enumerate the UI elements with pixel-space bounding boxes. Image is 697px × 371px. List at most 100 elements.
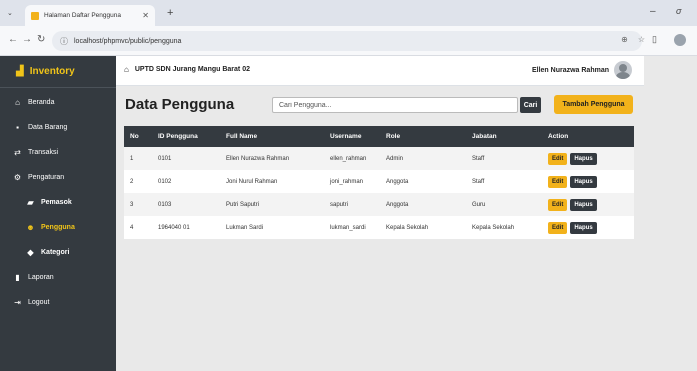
cell-no: 3 <box>130 201 134 208</box>
logout-icon: ⇥ <box>14 297 21 307</box>
edit-button[interactable]: Edit <box>548 198 568 211</box>
cell-role: Kepala Sekolah <box>386 224 429 231</box>
school-icon: ⌂ <box>124 65 129 74</box>
cell-full-name: Putri Saputri <box>226 201 260 208</box>
sidebar-item-label: Pemasok <box>41 198 72 206</box>
cell-username: lukman_sardi <box>330 224 366 231</box>
cell-action: Edit Hapus <box>542 216 634 239</box>
sidebar-item-label: Pengguna <box>41 223 75 231</box>
cell-no: 2 <box>130 178 134 185</box>
tab-close-icon[interactable]: ✕ <box>142 11 149 20</box>
table-row: 2 0102 Joni Nurul Rahman joni_rahman Ang… <box>124 170 634 193</box>
user-menu[interactable]: Ellen Nurazwa Rahman <box>532 61 632 79</box>
sidebar-item-label: Beranda <box>28 98 55 106</box>
bookmark-star-icon[interactable]: ☆ <box>638 35 645 44</box>
column-header: Action <box>548 133 569 140</box>
cell-no: 4 <box>130 224 134 231</box>
tab-title: Halaman Daftar Pengguna <box>44 12 121 19</box>
edit-button[interactable]: Edit <box>548 152 568 165</box>
main-content: Data Pengguna Cari Tambah Pengguna No ID… <box>116 86 644 371</box>
reload-icon[interactable]: ↻ <box>37 34 45 45</box>
search-input[interactable] <box>272 97 518 113</box>
edit-button[interactable]: Edit <box>548 175 568 188</box>
browser-tab[interactable]: Halaman Daftar Pengguna ✕ <box>25 5 155 26</box>
sidebar-item-pemasok[interactable]: ▰ Pemasok <box>0 192 116 212</box>
column-header: ID Pengguna <box>158 133 198 140</box>
cell-id: 0103 <box>158 201 172 208</box>
back-icon[interactable]: ← <box>8 34 18 45</box>
sidebar-item-data-barang[interactable]: ▪ Data Barang <box>0 117 116 137</box>
sidebar-item-kategori[interactable]: ◆ Kategori <box>0 242 116 262</box>
cell-role: Admin <box>386 155 404 162</box>
delete-button[interactable]: Hapus <box>570 175 597 188</box>
brand[interactable]: ▟ Inventory <box>0 56 116 88</box>
sidebar-item-beranda[interactable]: ⌂ Beranda <box>0 92 116 112</box>
school-label: UPTD SDN Jurang Mangu Barat 02 <box>134 66 250 73</box>
cell-no: 1 <box>130 155 134 162</box>
file-icon: ▮ <box>15 272 20 282</box>
url-actions: ⊕ ☆ <box>621 35 645 44</box>
edit-button[interactable]: Edit <box>548 221 568 234</box>
browser-tab-bar: ⌄ Halaman Daftar Pengguna ✕ + – σ <box>0 0 697 26</box>
page-title: Data Pengguna <box>125 96 235 113</box>
column-header: Jabatan <box>472 133 497 140</box>
table-row: 1 0101 Ellen Nurazwa Rahman ellen_rahman… <box>124 147 634 170</box>
cell-action: Edit Hapus <box>542 147 634 170</box>
cell-full-name: Lukman Sardi <box>226 224 264 231</box>
column-header: Full Name <box>226 133 258 140</box>
cell-role: Anggota <box>386 178 409 185</box>
cell-action: Edit Hapus <box>542 170 634 193</box>
gears-icon: ⚙ <box>13 172 22 182</box>
tab-favicon-icon <box>31 11 39 20</box>
url-text: localhost/phpmvc/public/pengguna <box>74 37 182 45</box>
delete-button[interactable]: Hapus <box>570 152 597 165</box>
table-header-row: No ID Pengguna Full Name Username Role J… <box>124 126 634 147</box>
tab-list-chevron-icon[interactable]: ⌄ <box>7 9 13 17</box>
table-row: 3 0103 Putri Saputri saputri Anggota Gur… <box>124 193 634 216</box>
truck-icon: ▰ <box>27 197 34 207</box>
sidebar-item-label: Transaksi <box>28 148 59 156</box>
new-tab-icon[interactable]: + <box>167 7 173 19</box>
sidebar-item-logout[interactable]: ⇥ Logout <box>0 292 116 312</box>
sidebar-item-label: Laporan <box>28 273 54 281</box>
sidebar-item-transaksi[interactable]: ⇄ Transaksi <box>0 142 116 162</box>
site-info-icon[interactable]: ⓘ <box>60 36 68 47</box>
page-background <box>644 56 697 371</box>
sidebar-item-label: Logout <box>28 298 50 306</box>
table-row: 4 1964040 01 Lukman Sardi lukman_sardi K… <box>124 216 634 239</box>
cell-role: Anggota <box>386 201 409 208</box>
sidebar: ▟ Inventory ⌂ Beranda ▪ Data Barang ⇄ Tr… <box>0 56 116 371</box>
tag-icon: ◆ <box>27 247 34 257</box>
brand-label: Inventory <box>29 66 75 77</box>
search-button[interactable]: Cari <box>520 97 541 113</box>
column-header: No <box>130 133 139 140</box>
forward-icon[interactable]: → <box>22 34 32 45</box>
sidebar-panel-icon[interactable]: ▯ <box>652 34 657 45</box>
cell-jabatan: Staff <box>472 155 485 162</box>
url-field[interactable]: ⓘ localhost/phpmvc/public/pengguna <box>52 31 642 51</box>
cell-action: Edit Hapus <box>542 193 634 216</box>
sidebar-item-pengaturan[interactable]: ⚙ Pengaturan <box>0 167 116 187</box>
zoom-icon[interactable]: ⊕ <box>621 35 628 44</box>
cell-username: ellen_rahman <box>330 155 367 162</box>
top-header: ⌂ UPTD SDN Jurang Mangu Barat 02 Ellen N… <box>116 56 644 86</box>
sidebar-item-label: Pengaturan <box>28 173 65 181</box>
sidebar-item-label: Data Barang <box>28 123 68 131</box>
profile-avatar-icon[interactable] <box>674 34 686 46</box>
delete-button[interactable]: Hapus <box>570 198 597 211</box>
cell-id: 1964040 01 <box>158 224 190 231</box>
column-header: Username <box>330 133 362 140</box>
column-header: Role <box>386 133 401 140</box>
minimize-icon[interactable]: – <box>650 6 656 17</box>
delete-button[interactable]: Hapus <box>570 221 597 234</box>
exchange-icon: ⇄ <box>14 147 21 157</box>
sidebar-item-laporan[interactable]: ▮ Laporan <box>0 267 116 287</box>
cell-full-name: Joni Nurul Rahman <box>226 178 278 185</box>
sidebar-item-pengguna[interactable]: ☻ Pengguna <box>0 217 116 237</box>
user-name: Ellen Nurazwa Rahman <box>531 66 609 74</box>
avatar[interactable] <box>614 61 632 79</box>
box-icon: ▪ <box>16 122 19 132</box>
add-user-button[interactable]: Tambah Pengguna <box>554 95 633 114</box>
users-icon: ☻ <box>26 222 35 232</box>
restore-icon[interactable]: σ <box>676 6 681 16</box>
